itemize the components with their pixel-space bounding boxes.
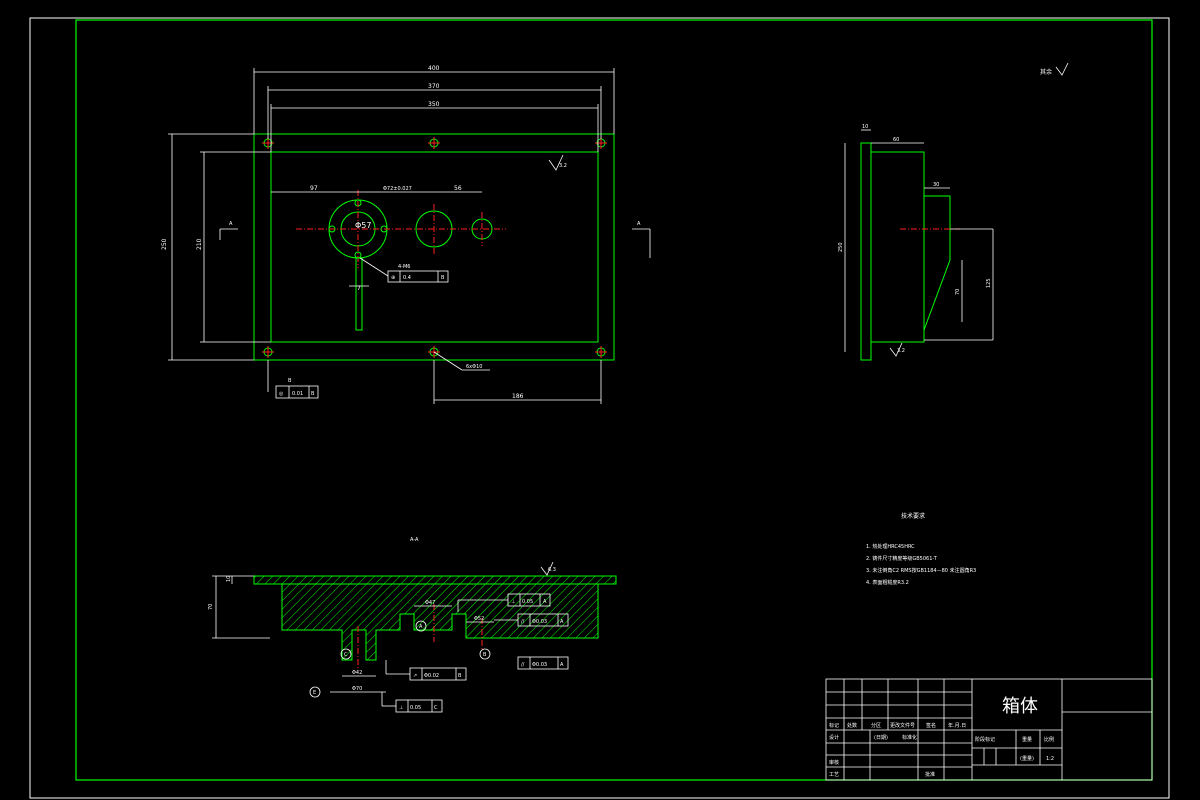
tol3-datum: A xyxy=(560,662,564,668)
roughness-sec: 6.3 xyxy=(548,567,556,573)
datum-c-circle: C xyxy=(344,652,348,658)
dim-400: 400 xyxy=(428,65,440,72)
dim-sec-52: Φ52 xyxy=(474,616,484,622)
tb-weight-label: 重量 xyxy=(1022,736,1032,743)
dim-sec-70: 70 xyxy=(208,604,214,610)
tol5-value: 0.05 xyxy=(410,705,421,711)
section-view: A-A 70 10 Φ47 Φ52 Φ42 Φ70 6.3 ⊥ 0.05 A /… xyxy=(208,537,617,713)
side-flange xyxy=(860,142,872,361)
sheet-outer-border xyxy=(29,17,1170,799)
tb-label-change-doc: 更改文件号 xyxy=(890,722,915,729)
holes-label: 6xΦ10 xyxy=(466,364,482,370)
tolerance-frame-5: ⊥ 0.05 C xyxy=(381,692,443,713)
dim-side-125: 125 xyxy=(986,278,992,288)
tol2-symbol: // xyxy=(521,619,525,625)
tech-requirements: 技术要求 1. 热处理HRC45HRC 2. 铸件尺寸精度等级GB5061-T … xyxy=(866,512,976,586)
tol4-symbol: ↗ xyxy=(413,673,417,679)
tb-label-count: 处数 xyxy=(847,722,857,729)
bolt-holes xyxy=(262,137,607,358)
dim-sec-42: Φ42 xyxy=(352,670,362,676)
tol1-symbol: ⊥ xyxy=(511,599,515,605)
tech-item-2: 2. 铸件尺寸精度等级GB5061-T xyxy=(866,555,938,562)
tol3-value: Φ0.03 xyxy=(532,662,547,668)
tolerance-frame-4: ↗ Φ0.02 B xyxy=(385,660,467,681)
dim-side-30: 30 xyxy=(933,182,939,188)
tech-item-3: 3. 未注倒角C2 RMS按GB1184—80 未注圆角R3 xyxy=(866,567,976,574)
tb-design: 设计 xyxy=(829,734,839,741)
tolerance-frame-3: // Φ0.03 A xyxy=(517,656,569,670)
pos-datum: B xyxy=(441,275,445,281)
section-title: A-A xyxy=(410,537,419,543)
tb-standardization: 标准化 xyxy=(902,734,917,741)
tb-label-zone: 分区 xyxy=(871,722,881,729)
dim-side-10: 10 xyxy=(862,124,868,130)
tb-weight-value: (重量) xyxy=(1020,755,1034,762)
tol1-value: 0.05 xyxy=(522,599,533,605)
tech-item-4: 4. 表面粗糙度R3.2 xyxy=(866,579,909,586)
roughness-note-icon xyxy=(1055,62,1069,76)
tol5-datum: C xyxy=(434,705,438,711)
datum-e-circle: E xyxy=(313,690,316,696)
tech-item-1: 1. 热处理HRC45HRC xyxy=(866,543,915,550)
datum-b-label: B xyxy=(288,378,292,384)
coax-datum: B xyxy=(311,391,315,397)
side-view: 10 60 30 250 70 125 3.2 xyxy=(838,124,994,361)
tb-stage-marker: 阶段标记 xyxy=(975,736,995,743)
title-block: 箱体 标记 处数 分区 更改文件号 签名 年.月.日 设计 (日期) 标准化 阶… xyxy=(825,678,1153,781)
position-symbol: ⊕ xyxy=(391,275,395,281)
roughness-side: 3.2 xyxy=(897,348,905,354)
top-view: 7 400 370 350 250 210 97 Φ72±0.027 56 Φ5… xyxy=(161,65,651,404)
tb-approve: 批准 xyxy=(925,771,935,778)
tol3-symbol: // xyxy=(521,662,525,668)
tol1-datum: A xyxy=(543,599,547,605)
coax-symbol: ◎ xyxy=(279,391,284,397)
dim-250: 250 xyxy=(161,238,168,250)
tb-label-marker: 标记 xyxy=(829,722,839,729)
side-body xyxy=(870,151,925,343)
dim-sec-47: Φ47 xyxy=(425,600,435,606)
dim-97: 97 xyxy=(310,185,318,192)
cad-drawing: 7 400 370 350 250 210 97 Φ72±0.027 56 Φ5… xyxy=(29,17,1170,799)
section-mark-right: A xyxy=(637,221,641,227)
tol4-datum: B xyxy=(458,673,462,679)
dim-side-70: 70 xyxy=(955,289,961,295)
slot xyxy=(355,257,363,331)
datum-b-circle: B xyxy=(483,652,487,658)
section-body-hatched xyxy=(253,575,617,661)
pos-tol: 0.4 xyxy=(403,275,411,281)
thread-label: 4-M6 xyxy=(398,264,410,270)
tb-review: 审核 xyxy=(829,759,839,766)
dim-bore-57: Φ57 xyxy=(355,221,371,230)
datum-a-circle: A xyxy=(419,624,423,630)
roughness-top: 3.2 xyxy=(559,163,567,169)
tol2-value: Φ0.03 xyxy=(532,619,547,625)
tb-label-signature: 签名 xyxy=(926,722,936,729)
dim-bore-72: Φ72±0.027 xyxy=(383,186,412,192)
dim-sec-10: 10 xyxy=(226,576,232,582)
section-mark-left: A xyxy=(229,221,233,227)
dim-56: 56 xyxy=(454,185,462,192)
tol5-symbol: ⊥ xyxy=(399,705,403,711)
tb-scale-value: 1:2 xyxy=(1046,756,1054,762)
dim-side-250: 250 xyxy=(838,242,844,252)
tb-label-date: 年.月.日 xyxy=(948,722,966,729)
tol4-value: Φ0.02 xyxy=(424,673,439,679)
roughness-note: 其余 xyxy=(1040,68,1052,76)
side-boss xyxy=(923,195,951,331)
tb-design-date: (日期) xyxy=(874,735,888,741)
dim-7: 7 xyxy=(357,285,361,292)
coax-tol: 0.01 xyxy=(292,391,303,397)
tech-title: 技术要求 xyxy=(901,512,925,520)
dim-210: 210 xyxy=(196,238,203,250)
tb-process: 工艺 xyxy=(829,772,839,778)
tb-scale-label: 比例 xyxy=(1044,736,1054,743)
dim-370: 370 xyxy=(428,83,440,90)
dim-sec-70-dia: Φ70 xyxy=(352,686,362,692)
part-name: 箱体 xyxy=(1002,696,1038,717)
dim-350: 350 xyxy=(428,101,440,108)
dim-186: 186 xyxy=(512,393,524,400)
dim-side-60: 60 xyxy=(893,137,899,143)
tol2-datum: A xyxy=(560,619,564,625)
